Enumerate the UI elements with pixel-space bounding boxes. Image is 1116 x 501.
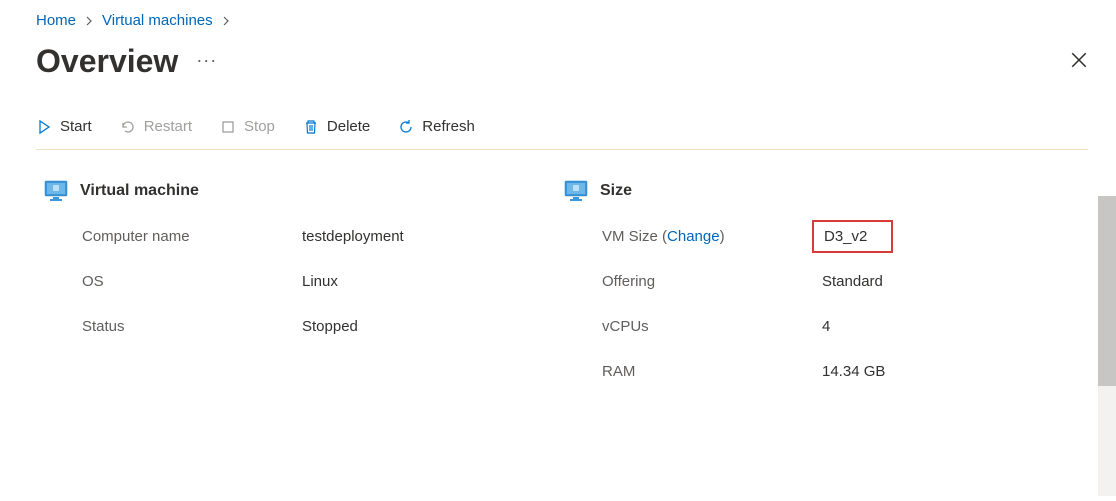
scrollbar-track[interactable] (1098, 196, 1116, 496)
vcpus-row: vCPUs 4 (556, 318, 1076, 335)
start-button[interactable]: Start (36, 118, 92, 135)
computer-name-value: testdeployment (302, 228, 556, 245)
computer-name-row: Computer name testdeployment (36, 228, 556, 245)
vcpus-value: 4 (822, 318, 1076, 335)
os-value: Linux (302, 273, 556, 290)
virtual-machine-section-title: Virtual machine (80, 182, 199, 200)
close-icon[interactable] (1070, 51, 1088, 72)
restart-button-label: Restart (144, 118, 192, 135)
vm-size-value: D3_v2 (822, 228, 1076, 245)
chevron-right-icon (84, 13, 94, 29)
ram-row: RAM 14.34 GB (556, 363, 1076, 380)
offering-value: Standard (822, 273, 1076, 290)
refresh-button[interactable]: Refresh (398, 118, 475, 135)
scrollbar-thumb[interactable] (1098, 196, 1116, 386)
status-value: Stopped (302, 318, 556, 335)
vm-size-highlight: D3_v2 (812, 220, 893, 253)
size-section: Size VM Size (Change) D3_v2 Offering Sta… (556, 180, 1076, 408)
stop-button: Stop (220, 118, 275, 135)
stop-button-label: Stop (244, 118, 275, 135)
os-row: OS Linux (36, 273, 556, 290)
os-label: OS (82, 273, 302, 290)
vm-size-label: VM Size (Change) (602, 228, 822, 245)
vcpus-label: vCPUs (602, 318, 822, 335)
more-icon[interactable]: ··· (196, 50, 217, 73)
toolbar: Start Restart Stop Delete Refresh (36, 118, 1088, 150)
breadcrumb-home[interactable]: Home (36, 12, 76, 29)
status-row: Status Stopped (36, 318, 556, 335)
play-icon (36, 119, 52, 135)
ram-label: RAM (602, 363, 822, 380)
chevron-right-icon (221, 13, 231, 29)
page-title: Overview (36, 43, 178, 80)
virtual-machine-section: Virtual machine Computer name testdeploy… (36, 180, 556, 408)
refresh-button-label: Refresh (422, 118, 475, 135)
restart-icon (120, 119, 136, 135)
delete-button-label: Delete (327, 118, 370, 135)
start-button-label: Start (60, 118, 92, 135)
monitor-icon (44, 180, 68, 202)
offering-row: Offering Standard (556, 273, 1076, 290)
breadcrumb-virtual-machines[interactable]: Virtual machines (102, 12, 213, 29)
monitor-icon (564, 180, 588, 202)
stop-icon (220, 119, 236, 135)
vm-size-row: VM Size (Change) D3_v2 (556, 228, 1076, 245)
delete-button[interactable]: Delete (303, 118, 370, 135)
content: Virtual machine Computer name testdeploy… (36, 150, 1116, 408)
trash-icon (303, 119, 319, 135)
size-section-title: Size (600, 182, 632, 200)
breadcrumb: Home Virtual machines (36, 12, 1116, 29)
change-link[interactable]: Change (667, 228, 720, 245)
ram-value: 14.34 GB (822, 363, 1076, 380)
restart-button: Restart (120, 118, 192, 135)
offering-label: Offering (602, 273, 822, 290)
status-label: Status (82, 318, 302, 335)
title-row: Overview ··· (36, 43, 1116, 80)
computer-name-label: Computer name (82, 228, 302, 245)
refresh-icon (398, 119, 414, 135)
